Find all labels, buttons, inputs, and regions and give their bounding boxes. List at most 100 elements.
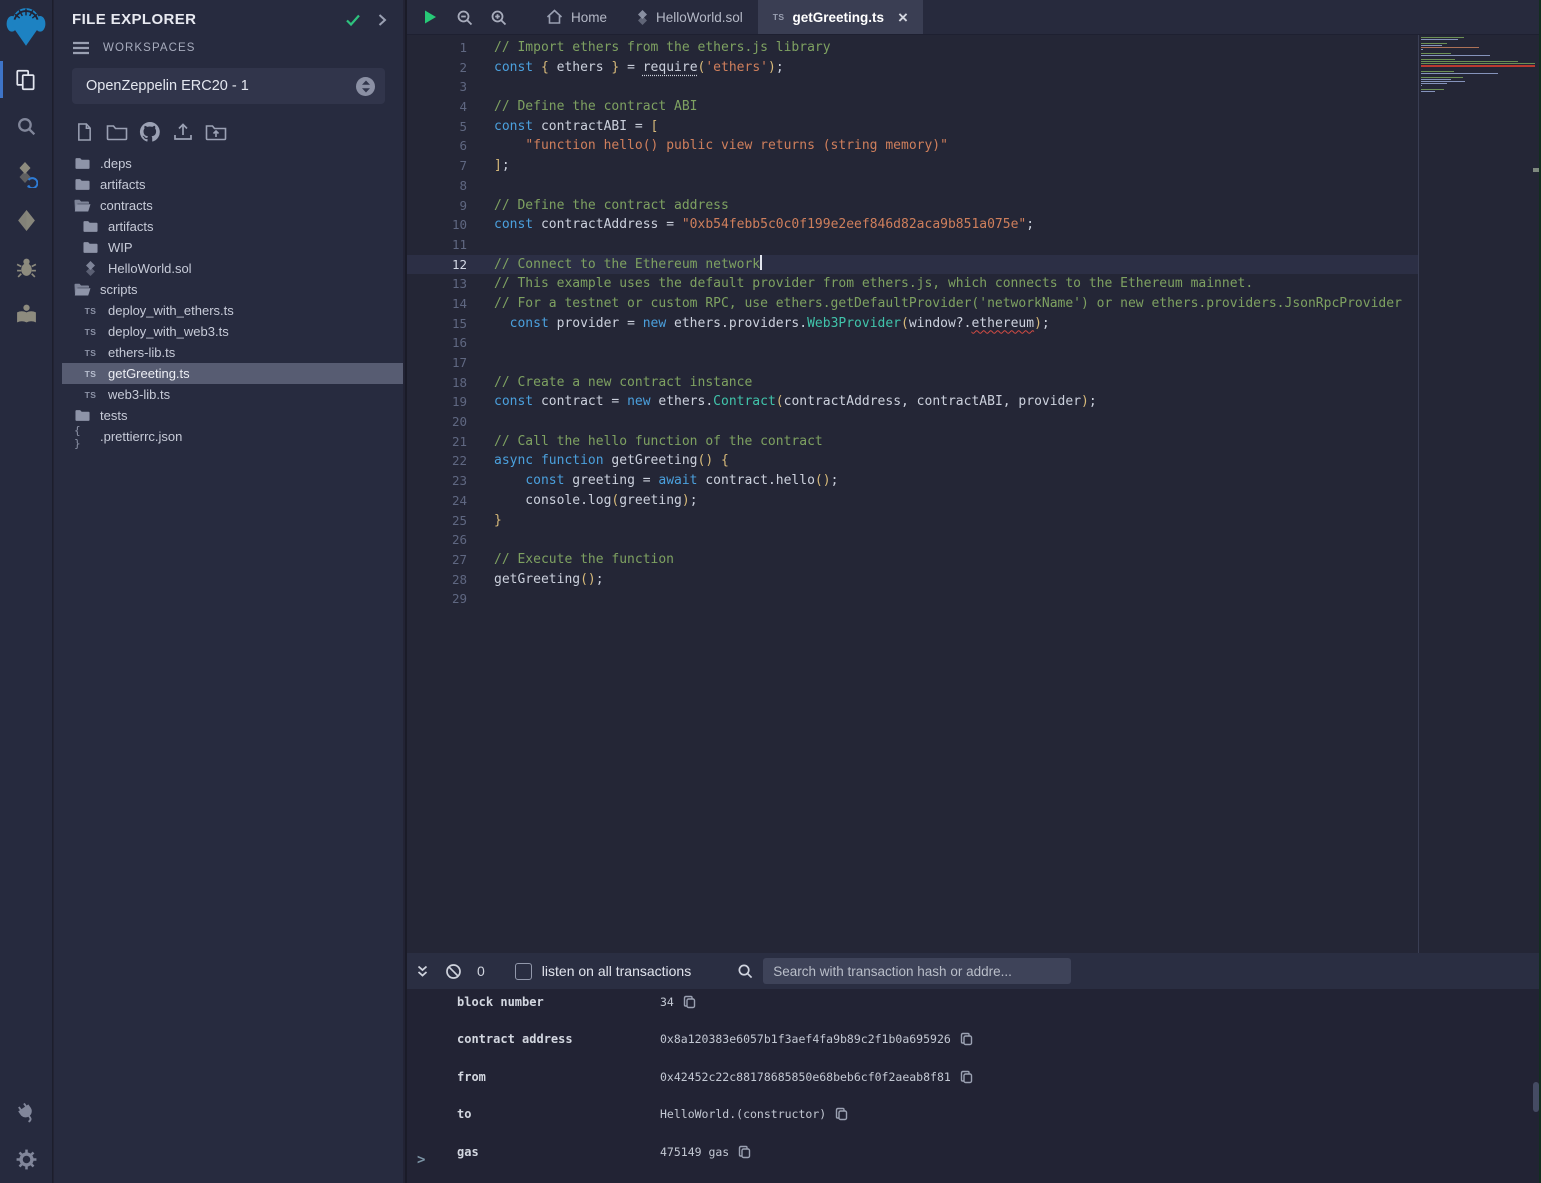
code-line[interactable]: 23 const greeting = await contract.hello… [407, 471, 1418, 491]
terminal-row-block-number: block number34 [407, 983, 1531, 1021]
deploy-run-icon[interactable] [0, 197, 53, 244]
code-line[interactable]: 26 [407, 530, 1418, 550]
tree-item-WIP[interactable]: WIP [54, 237, 403, 258]
code-line[interactable]: 20 [407, 412, 1418, 432]
clear-console-icon[interactable] [445, 963, 462, 980]
run-script-button[interactable] [421, 8, 439, 26]
minimap-line [1421, 49, 1423, 50]
github-icon[interactable] [138, 121, 162, 143]
debugger-icon[interactable] [0, 244, 53, 291]
minimap[interactable] [1421, 37, 1535, 95]
zoom-out-icon[interactable] [456, 9, 473, 26]
line-number: 26 [407, 530, 467, 550]
accept-check-icon[interactable] [345, 13, 361, 27]
tree-item-scripts[interactable]: scripts [54, 279, 403, 300]
terminal-search-input[interactable] [763, 958, 1071, 984]
code-line[interactable]: 16 [407, 333, 1418, 353]
unit-testing-icon[interactable] [0, 291, 53, 338]
copy-icon[interactable] [960, 1032, 973, 1046]
tree-item-deploy_with_ethers.ts[interactable]: TSdeploy_with_ethers.ts [54, 300, 403, 321]
tree-item-getGreeting.ts[interactable]: TSgetGreeting.ts [62, 363, 403, 384]
code-line[interactable]: 1// Import ethers from the ethers.js lib… [407, 38, 1418, 58]
line-number: 6 [407, 136, 467, 156]
tree-item-label: ethers-lib.ts [108, 345, 175, 360]
copy-icon[interactable] [835, 1107, 848, 1121]
minimap-line [1421, 45, 1442, 46]
copy-icon[interactable] [683, 995, 696, 1009]
terminal-value-text: 0x8a120383e6057b1f3aef4fa9b89c2f1b0a6959… [660, 1032, 951, 1046]
code-line[interactable]: 24 console.log(greeting); [407, 491, 1418, 511]
workspace-select[interactable]: OpenZeppelin ERC20 - 1 [72, 68, 385, 104]
code-line[interactable]: 14// For a testnet or custom RPC, use et… [407, 294, 1418, 314]
code-line[interactable]: 27// Execute the function [407, 550, 1418, 570]
close-tab-icon[interactable]: × [898, 9, 908, 26]
code-line[interactable]: 21// Call the hello function of the cont… [407, 432, 1418, 452]
tree-item-.prettierrc.json[interactable]: { }.prettierrc.json [54, 426, 403, 447]
tab-HelloWorld.sol[interactable]: HelloWorld.sol [622, 0, 758, 34]
tree-item-label: web3-lib.ts [108, 387, 170, 402]
solidity-compiler-icon[interactable] [0, 150, 53, 197]
code-line[interactable]: 10const contractAddress = "0xb54febb5c0c… [407, 215, 1418, 235]
collapse-terminal-icon[interactable] [415, 964, 430, 979]
code-line[interactable]: 11 [407, 235, 1418, 255]
code-line[interactable]: 4// Define the contract ABI [407, 97, 1418, 117]
code-line[interactable]: 12// Connect to the Ethereum network [407, 255, 1418, 275]
line-number: 17 [407, 353, 467, 373]
file-explorer-icon[interactable] [0, 56, 53, 103]
code-line[interactable]: 18// Create a new contract instance [407, 373, 1418, 393]
tree-item-ethers-lib.ts[interactable]: TSethers-lib.ts [54, 342, 403, 363]
tree-item-web3-lib.ts[interactable]: TSweb3-lib.ts [54, 384, 403, 405]
chevron-right-icon[interactable] [377, 13, 387, 27]
copy-icon[interactable] [960, 1070, 973, 1084]
code-line[interactable]: 22async function getGreeting() { [407, 451, 1418, 471]
code-line[interactable]: 29 [407, 589, 1418, 609]
copy-icon[interactable] [738, 1145, 751, 1159]
remix-logo-icon[interactable] [0, 0, 53, 56]
line-number: 1 [407, 38, 467, 58]
tree-item-HelloWorld.sol[interactable]: HelloWorld.sol [54, 258, 403, 279]
tree-item-artifacts[interactable]: artifacts [54, 174, 403, 195]
workspace-spinner-icon[interactable] [356, 77, 375, 96]
search-icon[interactable] [0, 103, 53, 150]
tree-item-deploy_with_web3.ts[interactable]: TSdeploy_with_web3.ts [54, 321, 403, 342]
code-line[interactable]: 8 [407, 176, 1418, 196]
tree-item-tests[interactable]: tests [54, 405, 403, 426]
typescript-file-icon: TS [82, 369, 99, 379]
tab-Home[interactable]: Home [531, 0, 622, 34]
tree-item-label: artifacts [108, 219, 154, 234]
typescript-file-icon: TS [82, 327, 99, 337]
minimap-line [1421, 39, 1458, 40]
code-line[interactable]: 3 [407, 77, 1418, 97]
editor-tabbar: HomeHelloWorld.solTSgetGreeting.ts× [407, 0, 1541, 35]
zoom-in-icon[interactable] [490, 9, 507, 26]
new-folder-icon[interactable] [105, 121, 129, 143]
code-editor[interactable]: 1// Import ethers from the ethers.js lib… [407, 35, 1419, 953]
terminal-prompt[interactable]: > [417, 1152, 425, 1168]
new-file-icon[interactable] [72, 121, 96, 143]
code-line[interactable]: 2const { ethers } = require('ethers'); [407, 58, 1418, 78]
tree-item-contracts[interactable]: contracts [54, 195, 403, 216]
code-line[interactable]: 28getGreeting(); [407, 570, 1418, 590]
terminal-value: 475149 gas [660, 1145, 751, 1159]
code-line[interactable]: 6 "function hello() public view returns … [407, 136, 1418, 156]
code-line[interactable]: 7]; [407, 156, 1418, 176]
plugin-manager-icon[interactable] [0, 1089, 53, 1136]
tree-item-artifacts[interactable]: artifacts [54, 216, 403, 237]
file-explorer-toolbar [54, 104, 403, 150]
minimap-line [1421, 57, 1535, 58]
code-line[interactable]: 17 [407, 353, 1418, 373]
code-line[interactable]: 19const contract = new ethers.Contract(c… [407, 392, 1418, 412]
code-line[interactable]: 25} [407, 511, 1418, 531]
code-line[interactable]: 5const contractABI = [ [407, 117, 1418, 137]
tree-item-.deps[interactable]: .deps [54, 153, 403, 174]
code-line[interactable]: 13// This example uses the default provi… [407, 274, 1418, 294]
settings-gear-icon[interactable] [0, 1136, 53, 1183]
upload-file-icon[interactable] [171, 121, 195, 143]
hamburger-menu-icon[interactable] [72, 41, 90, 55]
line-number: 27 [407, 550, 467, 570]
tab-getGreeting.ts[interactable]: TSgetGreeting.ts× [758, 0, 923, 34]
listen-transactions-checkbox[interactable] [515, 963, 532, 980]
upload-folder-icon[interactable] [204, 121, 228, 143]
code-line[interactable]: 9// Define the contract address [407, 196, 1418, 216]
code-line[interactable]: 15 const provider = new ethers.providers… [407, 314, 1418, 334]
